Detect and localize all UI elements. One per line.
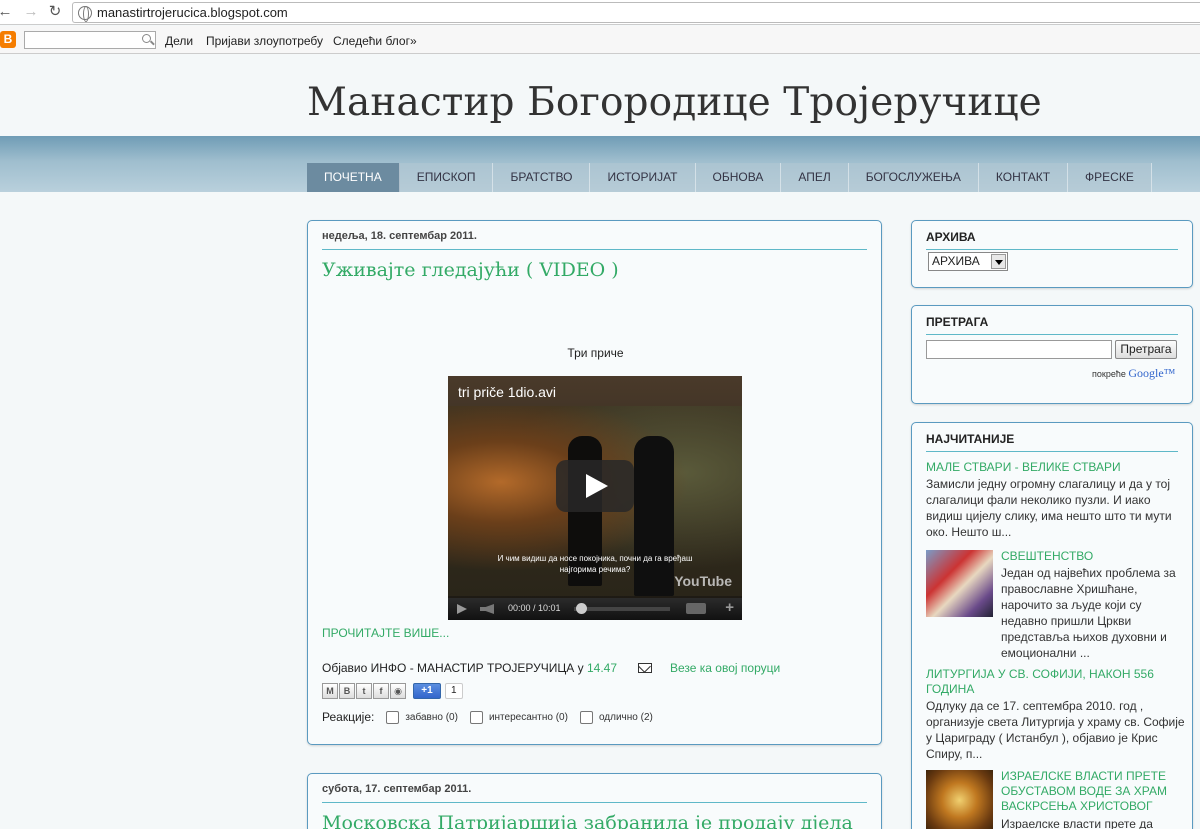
menu-item-history[interactable]: ИСТОРИЈАТ [590, 163, 696, 192]
post-date: недеља, 18. септембар 2011. [322, 230, 477, 242]
post-title[interactable]: Московска Патријаршија забранила је прод… [322, 812, 853, 829]
archive-selected: АРХИВА [932, 254, 980, 268]
forward-arrow-icon[interactable]: → [22, 2, 40, 22]
player-size-icon[interactable] [686, 603, 706, 614]
menu-item-bishop[interactable]: ЕПИСКОП [399, 163, 494, 192]
powered-label: покреће [1092, 369, 1126, 379]
menu-bar: ПОЧЕТНА ЕПИСКОП БРАТСТВО ИСТОРИЈАТ ОБНОВ… [0, 136, 1200, 192]
menu-item-brotherhood[interactable]: БРАТСТВО [493, 163, 591, 192]
reaction-label: одлично (2) [598, 711, 653, 723]
popular-posts-widget: НАЈЧИТАНИЈЕ МАЛЕ СТВАРИ - ВЕЛИКЕ СТВАРИ … [911, 422, 1193, 829]
google-logo: Google™ [1128, 366, 1176, 380]
video-player[interactable]: tri priče 1dio.avi И чим видиш да носе п… [448, 376, 742, 620]
share-buttons: M B t f ◉ +1 1 [322, 683, 463, 699]
subtitle-line: И чим видиш да носе покојника, почни да … [497, 554, 693, 563]
play-icon[interactable] [556, 460, 634, 512]
archive-widget: АРХИВА АРХИВА [911, 220, 1193, 288]
reaction-checkbox-funny[interactable] [386, 710, 400, 724]
blogger-navbar: B Дели Пријави злоупотребу Следећи блог» [0, 26, 1200, 54]
divider [926, 249, 1178, 250]
menu-item-frescoes[interactable]: ФРЕСКЕ [1068, 163, 1152, 192]
reload-icon[interactable]: ↻ [46, 2, 64, 22]
widget-title: ПРЕТРАГА [926, 315, 989, 329]
backlinks-link[interactable]: Везе ка овој поруци [670, 661, 780, 675]
url-text: manastirtrojerucica.blogspot.com [97, 5, 288, 20]
reactions-label: Реакције: [322, 710, 375, 724]
post-date: субота, 17. септембар 2011. [322, 783, 472, 795]
plus-icon[interactable]: + [725, 599, 734, 616]
menu-item-renovation[interactable]: ОБНОВА [695, 163, 782, 192]
video-subtitle: И чим видиш да носе покојника, почни да … [448, 553, 742, 575]
popular-post-snippet: Одлуку да се 17. септембра 2010. год , о… [926, 699, 1185, 761]
reaction-label: интересантно (0) [488, 711, 568, 723]
menu-item-home[interactable]: ПОЧЕТНА [307, 163, 400, 192]
blog-post: субота, 17. септембар 2011. Московска Па… [307, 773, 882, 829]
popular-post-link[interactable]: ЛИТУРГИЈА У СВ. СОФИЈИ, НАКОН 556 ГОДИНА [926, 667, 1188, 697]
plus-one-count: 1 [445, 683, 463, 699]
widget-title: НАЈЧИТАНИЈЕ [926, 432, 1015, 446]
youtube-logo[interactable]: YouTube [674, 573, 732, 589]
video-caption: Три приче [567, 346, 624, 360]
reaction-checkbox-excellent[interactable] [579, 710, 593, 724]
report-abuse-link[interactable]: Пријави злоупотребу [206, 34, 323, 48]
reactions: Реакције: забавно (0) интересантно (0) о… [322, 710, 653, 724]
reaction-label: забавно (0) [405, 711, 458, 723]
divider [322, 802, 867, 803]
main-menu: ПОЧЕТНА ЕПИСКОП БРАТСТВО ИСТОРИЈАТ ОБНОВ… [307, 163, 1152, 192]
buzz-icon[interactable]: ◉ [390, 683, 406, 699]
divider [322, 249, 867, 250]
seek-handle[interactable] [576, 603, 587, 614]
post-time-link[interactable]: 14.47 [587, 661, 617, 675]
popular-post-link[interactable]: СВЕШТЕНСТВО [1001, 549, 1191, 564]
posted-by: Објавио ИНФО - МАНАСТИР ТРОЈЕРУЧИЦА у [322, 661, 584, 675]
post-thumbnail[interactable] [926, 770, 993, 829]
volume-icon[interactable] [480, 604, 494, 614]
search-widget: ПРЕТРАГА Претрага покреће Google™ [911, 305, 1193, 404]
blogthis-icon[interactable]: B [339, 683, 355, 699]
blog-post: недеља, 18. септембар 2011. Уживајте гле… [307, 220, 882, 745]
video-controls: 00:00 / 10:01 + [448, 598, 742, 620]
archive-dropdown[interactable]: АРХИВА [928, 252, 1008, 271]
menu-item-appeal[interactable]: АПЕЛ [781, 163, 849, 192]
search-icon[interactable] [142, 34, 151, 43]
chevron-down-icon[interactable] [991, 254, 1006, 269]
post-title[interactable]: Уживајте гледајући ( VIDEO ) [322, 259, 619, 281]
share-link[interactable]: Дели [165, 34, 193, 48]
powered-by-google: покреће Google™ [1092, 366, 1175, 381]
browser-toolbar: ← → ↻ manastirtrojerucica.blogspot.com [0, 0, 1200, 25]
popular-post-snippet: Израелске власти прете да [1001, 817, 1153, 829]
blog-search-input[interactable] [24, 31, 156, 49]
blogger-logo-icon[interactable]: B [0, 31, 16, 48]
play-small-icon[interactable] [457, 604, 467, 614]
popular-post-link[interactable]: МАЛЕ СТВАРИ - ВЕЛИКЕ СТВАРИ [926, 460, 1186, 475]
globe-icon [78, 6, 92, 22]
back-arrow-icon[interactable]: ← [0, 2, 14, 22]
post-footer: Објавио ИНФО - МАНАСТИР ТРОЈЕРУЧИЦА у 14… [322, 661, 617, 675]
popular-post-snippet: Један од највећих проблема за православн… [1001, 566, 1176, 660]
video-title[interactable]: tri priče 1dio.avi [458, 384, 556, 400]
plus-one-button[interactable]: +1 [413, 683, 441, 699]
widget-title: АРХИВА [926, 230, 976, 244]
facebook-icon[interactable]: f [373, 683, 389, 699]
video-time: 00:00 / 10:01 [508, 603, 561, 613]
search-button[interactable]: Претрага [1115, 340, 1177, 359]
popular-post-link[interactable]: ИЗРАЕЛСКЕ ВЛАСТИ ПРЕТЕ ОБУСТАВОМ ВОДЕ ЗА… [1001, 769, 1189, 814]
divider [926, 334, 1178, 335]
post-thumbnail[interactable] [926, 550, 993, 617]
divider [926, 451, 1178, 452]
menu-item-services[interactable]: БОГОСЛУЖЕЊА [848, 163, 979, 192]
reaction-checkbox-interesting[interactable] [469, 710, 483, 724]
email-share-icon[interactable]: M [322, 683, 338, 699]
next-blog-link[interactable]: Следећи блог» [333, 34, 417, 48]
read-more-link[interactable]: ПРОЧИТАЈТЕ ВИШЕ... [322, 626, 449, 640]
menu-item-contact[interactable]: КОНТАКТ [978, 163, 1069, 192]
blog-title[interactable]: Манастир Богородице Тројеручице [307, 80, 1042, 125]
search-input[interactable] [926, 340, 1112, 359]
email-post-icon[interactable] [638, 663, 652, 673]
twitter-icon[interactable]: t [356, 683, 372, 699]
address-bar[interactable]: manastirtrojerucica.blogspot.com [72, 2, 1200, 23]
popular-post-snippet: Замисли једну огромну слагалицу и да у т… [926, 477, 1172, 539]
seek-bar[interactable] [574, 607, 670, 611]
